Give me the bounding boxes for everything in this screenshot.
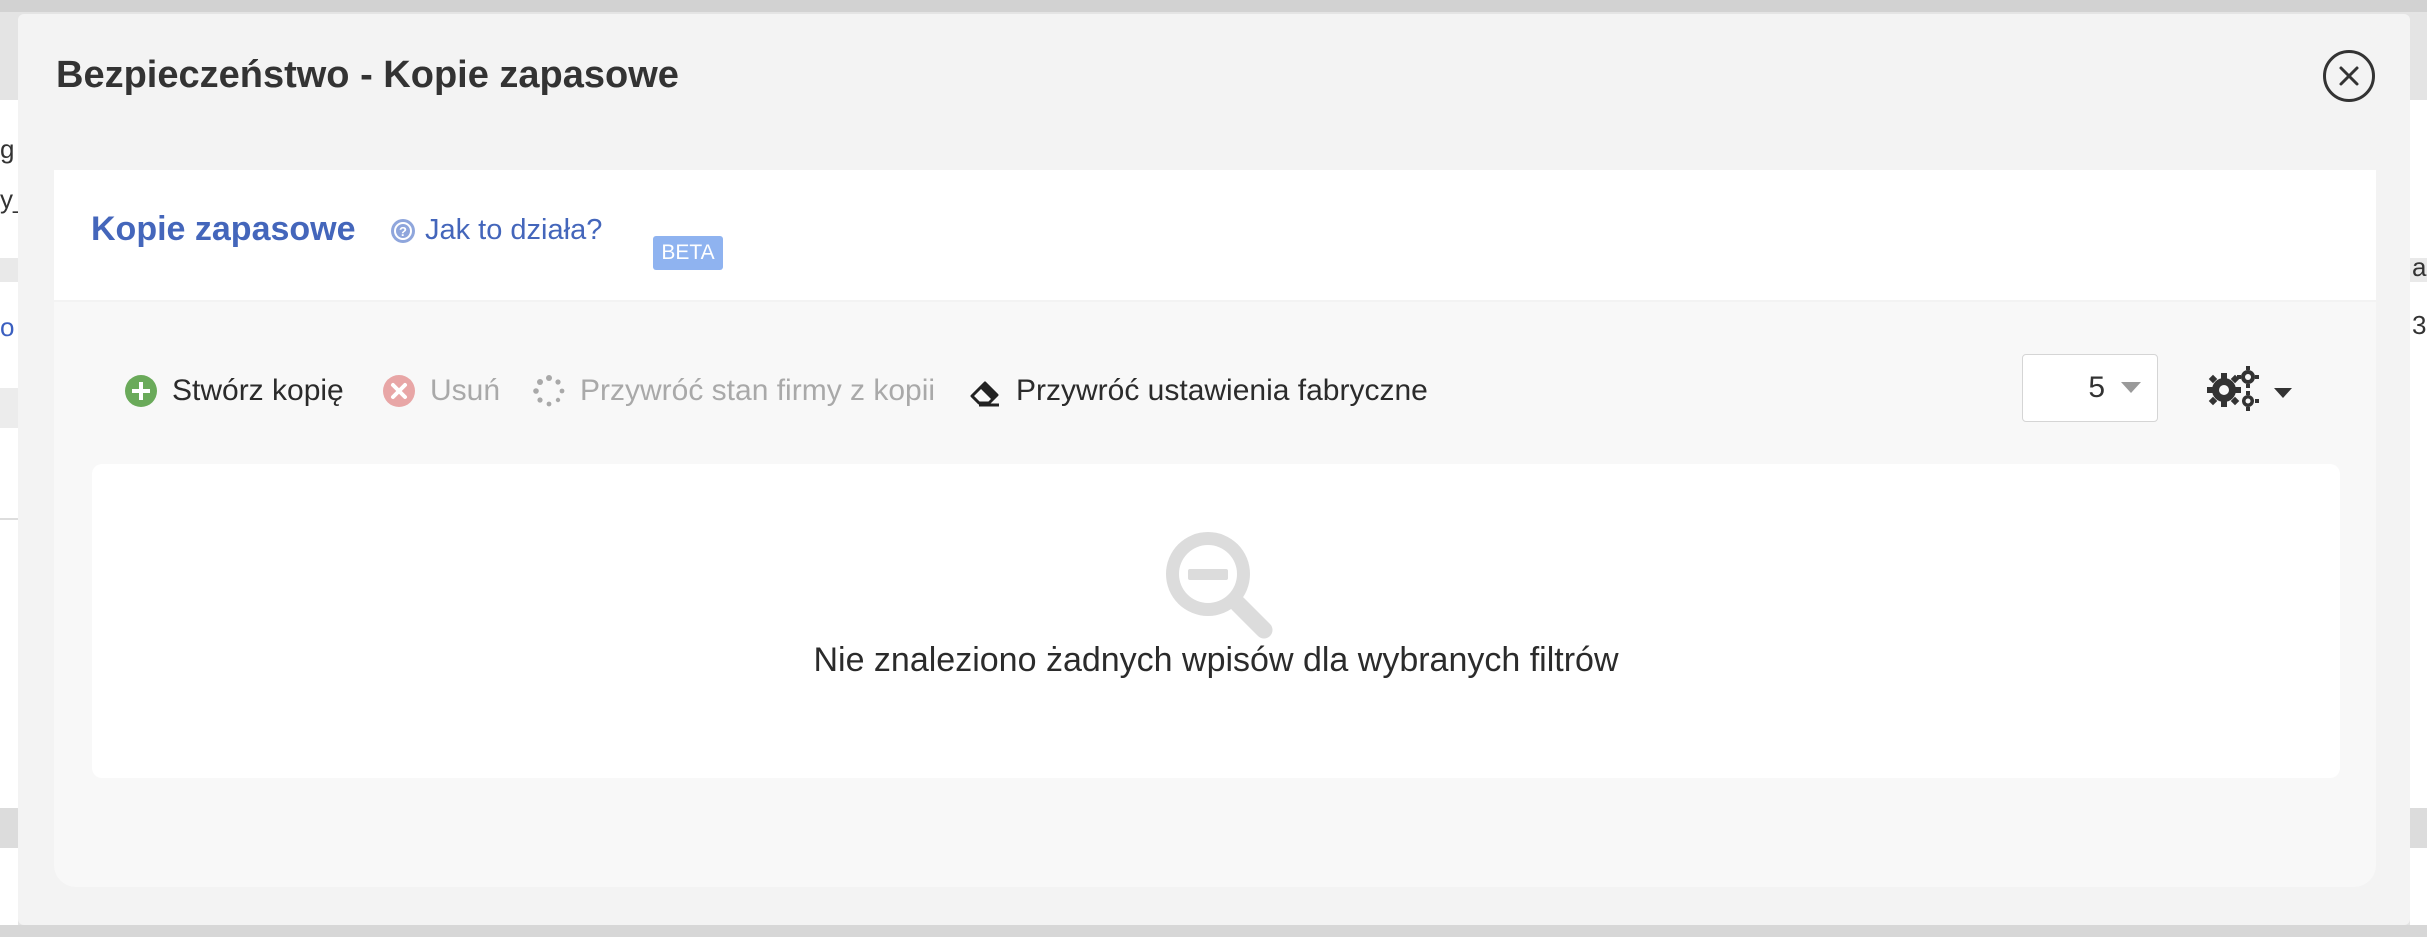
background-right-column	[2410, 100, 2427, 930]
factory-reset-label: Przywróć ustawienia fabryczne	[1016, 374, 1428, 407]
background-right-band	[2410, 808, 2427, 848]
x-circle-icon	[383, 375, 415, 407]
close-icon	[2339, 66, 2359, 86]
eraser-icon	[970, 381, 999, 407]
section-header: Kopie zapasowe ? Jak to działa? BETA	[54, 170, 2376, 300]
delete-button[interactable]: Usuń	[382, 369, 500, 413]
question-circle-icon: ?	[391, 218, 415, 243]
restore-from-backup-button[interactable]: Przywróć stan firmy z kopii	[532, 369, 935, 413]
search-minus-icon	[1166, 532, 1273, 639]
background-text-fragment: g	[0, 134, 15, 164]
spinner-icon	[533, 375, 565, 407]
background-bottom-strip	[0, 925, 2427, 937]
results-area: Nie znaleziono żadnych wpisów dla wybran…	[92, 464, 2340, 778]
help-link-label: Jak to działa?	[425, 214, 603, 246]
backup-modal: Bezpieczeństwo - Kopie zapasowe Kopie za…	[18, 14, 2410, 925]
empty-state-message: Nie znaleziono żadnych wpisów dla wybran…	[813, 641, 1619, 679]
toolbar: Stwórz kopię Usuń Przywróć stan firmy z …	[54, 302, 2376, 462]
svg-text:?: ?	[399, 224, 407, 239]
background-link-fragment: o	[0, 312, 15, 342]
background-left-bar	[0, 258, 18, 282]
background-top-strip	[0, 0, 2427, 12]
background-text-fragment: ar	[2412, 252, 2427, 282]
beta-badge: BETA	[653, 236, 723, 270]
page-size-select[interactable]: 5	[2022, 354, 2158, 422]
chevron-down-icon	[2121, 382, 2141, 393]
help-link[interactable]: ? Jak to działa?	[390, 214, 602, 247]
create-backup-button[interactable]: Stwórz kopię	[124, 369, 344, 413]
background-left-divider	[0, 518, 18, 520]
create-backup-label: Stwórz kopię	[172, 374, 344, 407]
delete-label: Usuń	[430, 374, 501, 407]
background-left-column	[0, 100, 18, 930]
backups-panel: Stwórz kopię Usuń Przywróć stan firmy z …	[54, 302, 2376, 887]
page-size-value: 5	[2088, 371, 2105, 404]
background-left-bar	[0, 388, 18, 428]
gears-icon	[2207, 366, 2259, 411]
section-title: Kopie zapasowe	[91, 210, 356, 248]
background-left-band	[0, 808, 18, 848]
settings-button[interactable]	[2204, 362, 2304, 414]
modal-title: Bezpieczeństwo - Kopie zapasowe	[56, 54, 679, 96]
caret-down-icon	[2274, 388, 2292, 398]
background-text-fragment: 3	[2412, 310, 2427, 340]
close-button[interactable]	[2323, 50, 2375, 102]
restore-from-backup-label: Przywróć stan firmy z kopii	[580, 374, 936, 407]
factory-reset-button[interactable]: Przywróć ustawienia fabryczne	[968, 369, 1428, 413]
plus-circle-icon	[125, 375, 157, 407]
